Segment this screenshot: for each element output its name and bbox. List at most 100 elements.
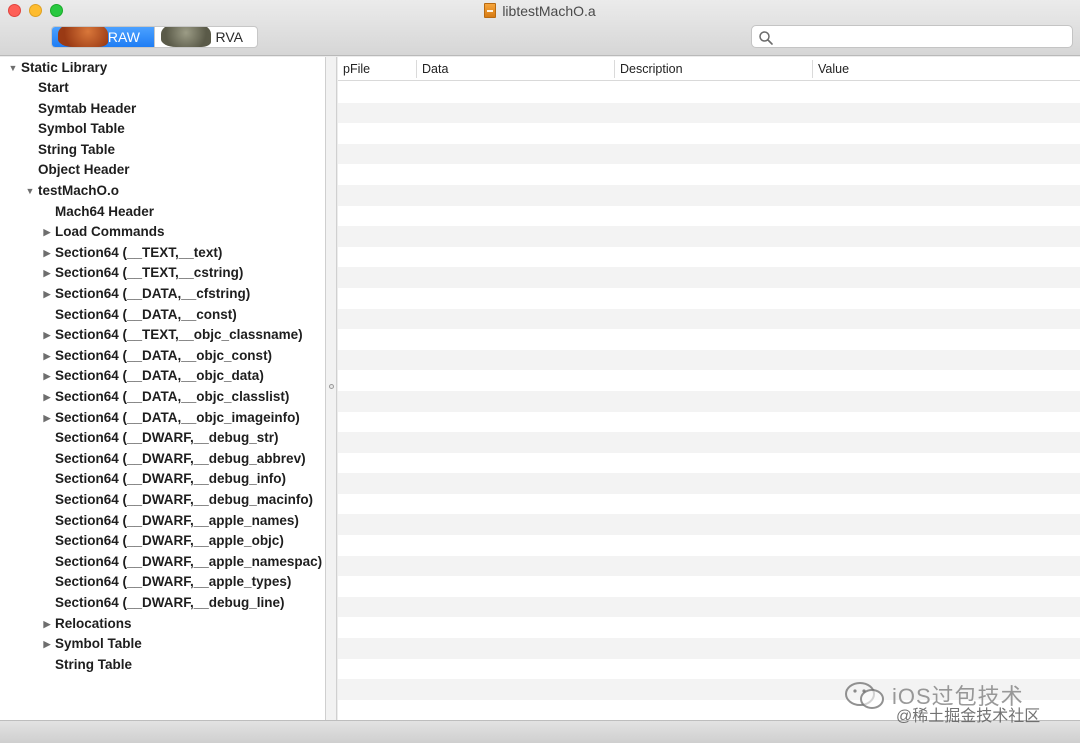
table-row[interactable] — [338, 494, 1080, 515]
raw-mode-label: RAW — [107, 29, 140, 45]
tree-item-section[interactable]: ▶ Section64 (__DATA,__objc_classlist) — [0, 387, 325, 408]
table-row[interactable] — [338, 453, 1080, 474]
search-input[interactable] — [778, 28, 1068, 45]
table-row[interactable] — [338, 226, 1080, 247]
disclosure-collapsed-icon[interactable]: ▶ — [42, 614, 52, 635]
table-row[interactable] — [338, 412, 1080, 433]
column-header-value[interactable]: Value — [813, 57, 849, 81]
table-row[interactable] — [338, 247, 1080, 268]
table-row[interactable] — [338, 349, 1080, 371]
table-row[interactable] — [338, 267, 1080, 288]
tree-item-label: Section64 (__TEXT,__cstring) — [55, 265, 244, 281]
table-row[interactable] — [338, 370, 1080, 391]
table-row[interactable] — [338, 617, 1080, 638]
tree-item-section[interactable]: Section64 (__DWARF,__debug_info) — [0, 469, 325, 490]
tree-item-mach64-header[interactable]: Mach64 Header — [0, 202, 325, 223]
tree-item-section[interactable]: Section64 (__DWARF,__apple_names) — [0, 511, 325, 532]
raw-mode-button[interactable]: RAW — [52, 27, 154, 47]
tree-item-relocations[interactable]: ▶ Relocations — [0, 614, 325, 635]
table-row[interactable] — [338, 638, 1080, 659]
tree-item-section[interactable]: Section64 (__DATA,__const) — [0, 305, 325, 326]
tree-item-label: Section64 (__DATA,__objc_const) — [55, 347, 273, 363]
table-row[interactable] — [338, 473, 1080, 494]
tree-item-object-header[interactable]: Object Header — [0, 160, 325, 181]
table-row[interactable] — [338, 535, 1080, 556]
tree-item-label: Section64 (__DWARF,__debug_str) — [55, 430, 279, 446]
column-header-description[interactable]: Description — [615, 57, 683, 81]
tree-item-label: Symbol Table — [55, 636, 142, 652]
disclosure-expanded-icon[interactable]: ▼ — [8, 58, 18, 79]
search-field[interactable] — [751, 25, 1073, 48]
tree-item-testmacho-o[interactable]: ▼ testMachO.o — [0, 181, 325, 202]
column-header-pfile[interactable]: pFile — [338, 57, 370, 81]
tree-item-section[interactable]: ▶ Section64 (__TEXT,__text) — [0, 243, 325, 264]
divider-handle-icon[interactable] — [329, 384, 334, 389]
tree-item-string-table[interactable]: String Table — [0, 140, 325, 161]
disclosure-collapsed-icon[interactable]: ▶ — [42, 366, 52, 387]
table-row[interactable] — [338, 432, 1080, 453]
disclosure-collapsed-icon[interactable]: ▶ — [42, 387, 52, 408]
mode-segmented-control: RAW RVA — [51, 26, 258, 48]
tree-item-section[interactable]: ▶ Section64 (__DATA,__objc_const) — [0, 346, 325, 367]
tree-item-section[interactable]: Section64 (__DWARF,__debug_str) — [0, 428, 325, 449]
tree-item-section[interactable]: ▶ Section64 (__TEXT,__cstring) — [0, 263, 325, 284]
tree-item-start[interactable]: Start — [0, 78, 325, 99]
tree-list: ▼ Static Library Start Symtab Header Sym… — [0, 57, 325, 675]
table-header: pFile Data Description Value — [338, 57, 1080, 81]
tree-item-symbol-table[interactable]: ▶ Symbol Table — [0, 634, 325, 655]
disclosure-collapsed-icon[interactable]: ▶ — [42, 346, 52, 367]
table-row[interactable] — [338, 288, 1080, 309]
window-title-text: libtestMachO.a — [502, 3, 596, 19]
tree-item-section[interactable]: Section64 (__DWARF,__apple_types) — [0, 572, 325, 593]
table-row[interactable] — [338, 102, 1080, 124]
tree-item-section[interactable]: Section64 (__DWARF,__apple_namespac) — [0, 552, 325, 573]
disclosure-collapsed-icon[interactable]: ▶ — [42, 284, 52, 305]
tree-item-label: Section64 (__DWARF,__apple_namespac) — [55, 553, 323, 569]
disclosure-collapsed-icon[interactable]: ▶ — [42, 222, 52, 243]
rva-mode-button[interactable]: RVA — [154, 27, 257, 47]
disclosure-collapsed-icon[interactable]: ▶ — [42, 325, 52, 346]
detail-table[interactable]: pFile Data Description Value — [338, 57, 1080, 720]
disclosure-collapsed-icon[interactable]: ▶ — [42, 243, 52, 264]
tree-item-section[interactable]: ▶ Section64 (__DATA,__objc_imageinfo) — [0, 408, 325, 429]
tree-item-string-table[interactable]: String Table — [0, 655, 325, 676]
table-row[interactable] — [338, 82, 1080, 103]
table-row[interactable] — [338, 164, 1080, 185]
table-row[interactable] — [338, 555, 1080, 577]
table-body — [338, 82, 1080, 720]
tree-item-section[interactable]: ▶ Section64 (__TEXT,__objc_classname) — [0, 325, 325, 346]
column-header-data[interactable]: Data — [417, 57, 448, 81]
split-view-divider[interactable] — [326, 57, 337, 720]
search-icon — [759, 31, 773, 45]
table-row[interactable] — [338, 123, 1080, 144]
disclosure-collapsed-icon[interactable]: ▶ — [42, 408, 52, 429]
table-row[interactable] — [338, 143, 1080, 165]
disclosure-expanded-icon[interactable]: ▼ — [25, 181, 35, 202]
tree-item-section[interactable]: Section64 (__DWARF,__apple_objc) — [0, 531, 325, 552]
rva-mode-label: RVA — [215, 29, 244, 45]
tree-item-label: testMachO.o — [38, 183, 120, 199]
tree-item-section[interactable]: ▶ Section64 (__DATA,__objc_data) — [0, 366, 325, 387]
tree-item-symbol-table[interactable]: Symbol Table — [0, 119, 325, 140]
disclosure-collapsed-icon[interactable]: ▶ — [42, 634, 52, 655]
tree-item-section[interactable]: Section64 (__DWARF,__debug_line) — [0, 593, 325, 614]
table-row[interactable] — [338, 308, 1080, 330]
table-row[interactable] — [338, 206, 1080, 227]
tree-item-section[interactable]: ▶ Section64 (__DATA,__cfstring) — [0, 284, 325, 305]
tree-item-static-library[interactable]: ▼ Static Library — [0, 58, 325, 79]
table-row[interactable] — [338, 576, 1080, 597]
tree-item-section[interactable]: Section64 (__DWARF,__debug_abbrev) — [0, 449, 325, 470]
tree-item-section[interactable]: Section64 (__DWARF,__debug_macinfo) — [0, 490, 325, 511]
table-row[interactable] — [338, 514, 1080, 536]
disclosure-collapsed-icon[interactable]: ▶ — [42, 263, 52, 284]
tree-item-load-commands[interactable]: ▶ Load Commands — [0, 222, 325, 243]
tree-item-label: Section64 (__TEXT,__objc_classname) — [55, 327, 303, 343]
sidebar-tree[interactable]: ▼ Static Library Start Symtab Header Sym… — [0, 57, 326, 720]
tree-item-label: Section64 (__DATA,__const) — [55, 306, 237, 322]
tree-item-symtab-header[interactable]: Symtab Header — [0, 99, 325, 120]
table-row[interactable] — [338, 184, 1080, 206]
table-row[interactable] — [338, 329, 1080, 350]
table-row[interactable] — [338, 659, 1080, 680]
table-row[interactable] — [338, 596, 1080, 618]
table-row[interactable] — [338, 390, 1080, 412]
